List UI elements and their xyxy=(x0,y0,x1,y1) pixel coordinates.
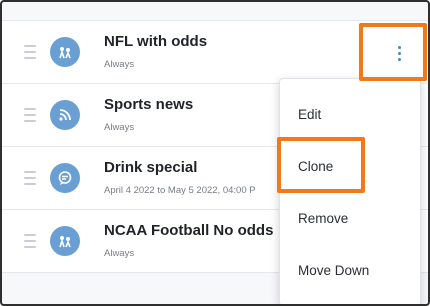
menu-item-move-down[interactable]: Move Down xyxy=(298,263,369,278)
football-players-icon xyxy=(50,37,80,67)
item-schedule: Always xyxy=(104,248,135,259)
more-options-icon[interactable] xyxy=(387,41,411,65)
menu-item-edit[interactable]: Edit xyxy=(298,107,321,122)
item-title: NCAA Football No odds xyxy=(104,222,274,239)
football-players-icon xyxy=(50,226,80,256)
speech-bubble-icon xyxy=(50,163,80,193)
item-title: Drink special xyxy=(104,159,198,176)
drag-handle-icon[interactable] xyxy=(24,234,36,248)
rss-feed-icon xyxy=(50,100,80,130)
menu-item-clone[interactable]: Clone xyxy=(298,159,333,174)
menu-item-remove[interactable]: Remove xyxy=(298,211,348,226)
playlist-panel: NFL with odds Always Sports news Always … xyxy=(0,0,430,306)
drag-handle-icon[interactable] xyxy=(24,171,36,185)
context-menu: Edit Clone Remove Move Down xyxy=(279,78,421,304)
item-schedule: Always xyxy=(104,59,135,70)
drag-handle-icon[interactable] xyxy=(24,108,36,122)
item-schedule: Always xyxy=(104,122,135,133)
drag-handle-icon[interactable] xyxy=(24,45,36,59)
item-title: NFL with odds xyxy=(104,33,208,50)
item-schedule: April 4 2022 to May 5 2022, 04:00 P xyxy=(104,185,256,196)
list-item[interactable]: NFL with odds Always xyxy=(2,21,428,84)
item-title: Sports news xyxy=(104,96,194,113)
